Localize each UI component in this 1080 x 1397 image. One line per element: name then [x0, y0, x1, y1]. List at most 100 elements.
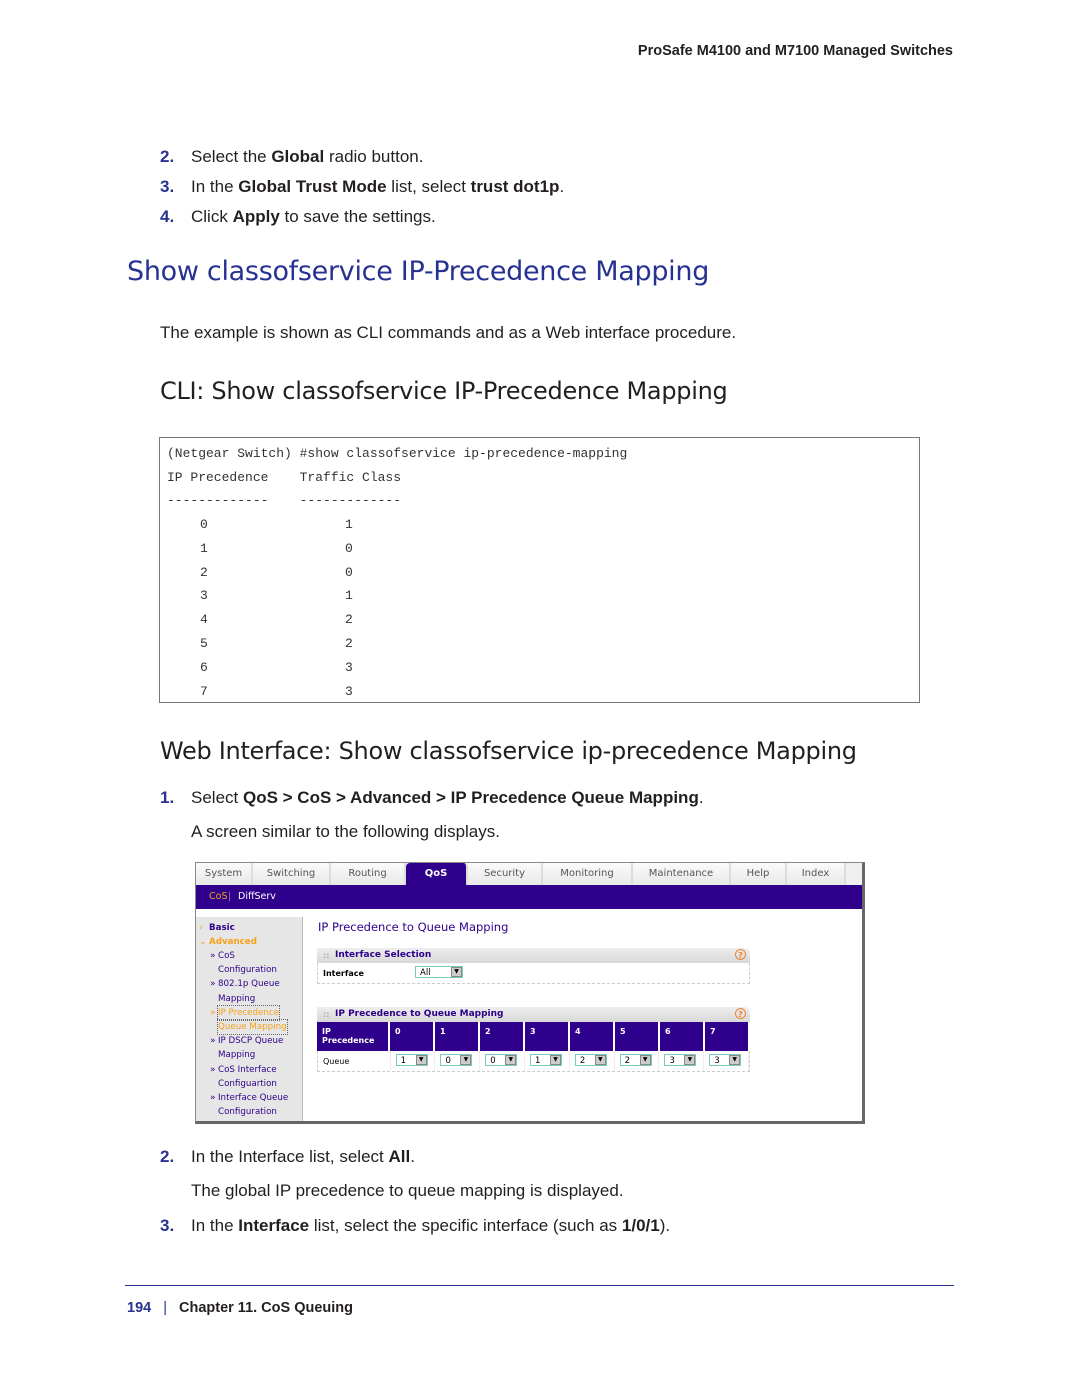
step-item: 4. Click Apply to save the settings.: [160, 207, 436, 227]
web-heading: Web Interface: Show classofservice ip-pr…: [160, 737, 857, 765]
double-chevron-icon: »: [210, 951, 216, 961]
mapping-header-row: IP Precedence 01234567: [317, 1022, 750, 1051]
dropdown-arrow-icon: ▼: [505, 1055, 517, 1065]
step-text: .: [559, 177, 565, 196]
cli-ip-precedence: 7: [200, 683, 208, 699]
precedence-header: 0: [390, 1022, 435, 1051]
help-icon[interactable]: ?: [735, 1008, 746, 1019]
sidebar-item[interactable]: Mapping: [218, 1048, 255, 1062]
sidebar-basic[interactable]: Basic: [209, 921, 235, 935]
tab-maintenance[interactable]: Maintenance: [633, 863, 731, 885]
tab-qos[interactable]: QoS: [406, 863, 468, 885]
precedence-header: 3: [525, 1022, 570, 1051]
sidebar-item[interactable]: CoS Interface: [218, 1063, 277, 1077]
cli-ip-precedence: 4: [200, 612, 208, 628]
tab-switching[interactable]: Switching: [253, 863, 331, 885]
cli-header: IP Precedence Traffic Class: [167, 470, 402, 485]
sidebar-item[interactable]: Configuration: [218, 963, 277, 977]
sidebar-item[interactable]: 802.1p Queue: [218, 977, 280, 991]
step-item: 3. In the Interface list, select the spec…: [160, 1216, 670, 1236]
mapping-panel: :: IP Precedence to Queue Mapping ? IP P…: [317, 1007, 750, 1072]
panel-title: IP Precedence to Queue Mapping: [335, 1009, 504, 1019]
subnav-cos[interactable]: CoS: [209, 885, 227, 909]
step-text: to save the settings.: [279, 207, 436, 226]
grip-icon: ::: [323, 1010, 330, 1019]
sidebar-item[interactable]: CoS: [218, 949, 235, 963]
subnav-separator: |: [228, 891, 232, 902]
tab-system[interactable]: System: [196, 863, 253, 885]
cli-ip-precedence: 2: [200, 564, 208, 580]
step-emphasis: All: [388, 1147, 411, 1166]
ip-precedence-header: IP Precedence: [317, 1022, 390, 1051]
help-icon[interactable]: ?: [735, 949, 746, 960]
step-text: list, select: [386, 177, 471, 196]
cli-traffic-class: 1: [345, 588, 353, 604]
double-chevron-icon: »: [210, 1007, 216, 1018]
queue-select[interactable]: 1 ▼: [530, 1054, 563, 1066]
tab-security[interactable]: Security: [468, 863, 543, 885]
double-chevron-icon: »: [210, 1093, 216, 1103]
cli-ip-precedence: 3: [200, 588, 208, 604]
main-tabs: System Switching Routing QoS Security Monitor…: [196, 863, 862, 885]
precedence-header: 5: [615, 1022, 660, 1051]
dropdown-arrow-icon: ▼: [451, 967, 462, 977]
queue-select[interactable]: 3 ▼: [709, 1054, 742, 1066]
interface-select[interactable]: All ▼: [415, 966, 463, 978]
step-text: radio button.: [324, 147, 424, 166]
tab-index[interactable]: Index: [787, 863, 846, 885]
intro-paragraph: The example is shown as CLI commands and…: [160, 323, 737, 342]
step-text: In the Interface list, select: [191, 1147, 389, 1166]
cli-traffic-class: 2: [345, 612, 353, 628]
queue-select[interactable]: 0 ▼: [440, 1054, 473, 1066]
sidebar-item[interactable]: Configuartion: [218, 1077, 277, 1091]
web-ui-screenshot: System Switching Routing QoS Security Monitor…: [195, 862, 865, 1124]
tab-routing[interactable]: Routing: [331, 863, 406, 885]
panel-title: Interface Selection: [335, 950, 432, 960]
step-number: 4.: [160, 207, 175, 226]
section-title: Show classofservice IP-Precedence Mappin…: [127, 256, 710, 287]
queue-select[interactable]: 2 ▼: [619, 1054, 652, 1066]
step-text: The global IP precedence to queue mappin…: [191, 1181, 624, 1200]
sidebar-item[interactable]: Configuration: [218, 1105, 277, 1119]
sidebar-item[interactable]: IP DSCP Queue: [218, 1034, 283, 1048]
cli-traffic-class: 1: [345, 517, 353, 532]
precedence-header: 6: [660, 1022, 705, 1051]
sidebar-item[interactable]: Interface Queue: [218, 1091, 288, 1105]
queue-value: 1: [400, 1056, 407, 1066]
cli-traffic-class: 3: [345, 659, 353, 675]
sidebar-item[interactable]: Mapping: [218, 992, 255, 1006]
cli-rule: ------------- -------------: [167, 493, 402, 508]
tab-monitoring[interactable]: Monitoring: [543, 863, 633, 885]
subnav-diffserv[interactable]: DiffServ: [238, 885, 276, 909]
queue-select[interactable]: 3 ▼: [664, 1054, 697, 1066]
queue-value: 1: [535, 1056, 541, 1066]
sub-navigation: CoS | DiffServ: [196, 885, 862, 909]
sidebar-advanced[interactable]: Advanced: [209, 935, 257, 949]
dropdown-arrow-icon: ▼: [594, 1055, 606, 1065]
sidebar-item[interactable]: IP Precedence: [217, 1004, 280, 1022]
sidebar-item[interactable]: Queue Mapping: [217, 1018, 288, 1036]
queue-value: 3: [714, 1056, 720, 1066]
dropdown-arrow-icon: ▼: [550, 1055, 562, 1065]
dropdown-arrow-icon: ▼: [415, 1055, 427, 1065]
queue-select[interactable]: 0 ▼: [485, 1054, 518, 1066]
cli-heading: CLI: Show classofservice IP-Precedence M…: [160, 377, 728, 405]
precedence-header: 2: [480, 1022, 525, 1051]
page-number: 194: [127, 1300, 152, 1316]
step-text: Select: [191, 788, 243, 807]
footer-rule: [125, 1285, 954, 1286]
queue-select[interactable]: 2 ▼: [574, 1054, 607, 1066]
step-emphasis: Apply: [232, 207, 280, 226]
double-chevron-icon: »: [210, 1064, 216, 1075]
step-item: The global IP precedence to queue mappin…: [160, 1181, 624, 1201]
tab-help[interactable]: Help: [731, 863, 787, 885]
running-head: ProSafe M4100 and M7100 Managed Switches: [637, 43, 953, 59]
queue-select[interactable]: 1 ▼: [395, 1054, 428, 1066]
step-emphasis: 1/0/1: [621, 1216, 660, 1235]
step-item: 3. In the Global Trust Mode list, select …: [160, 177, 564, 197]
step-item: 2. Select the Global radio button.: [160, 147, 423, 167]
step-number: 1.: [160, 788, 175, 807]
interface-selection-panel: :: Interface Selection ? Interface All ▼: [317, 948, 750, 984]
queue-row: Queue 1 ▼ 0 ▼ 0 ▼ 1 ▼ 2 ▼ 2 ▼ 3 ▼ 3 ▼: [317, 1051, 750, 1072]
step-text: .: [410, 1147, 415, 1166]
